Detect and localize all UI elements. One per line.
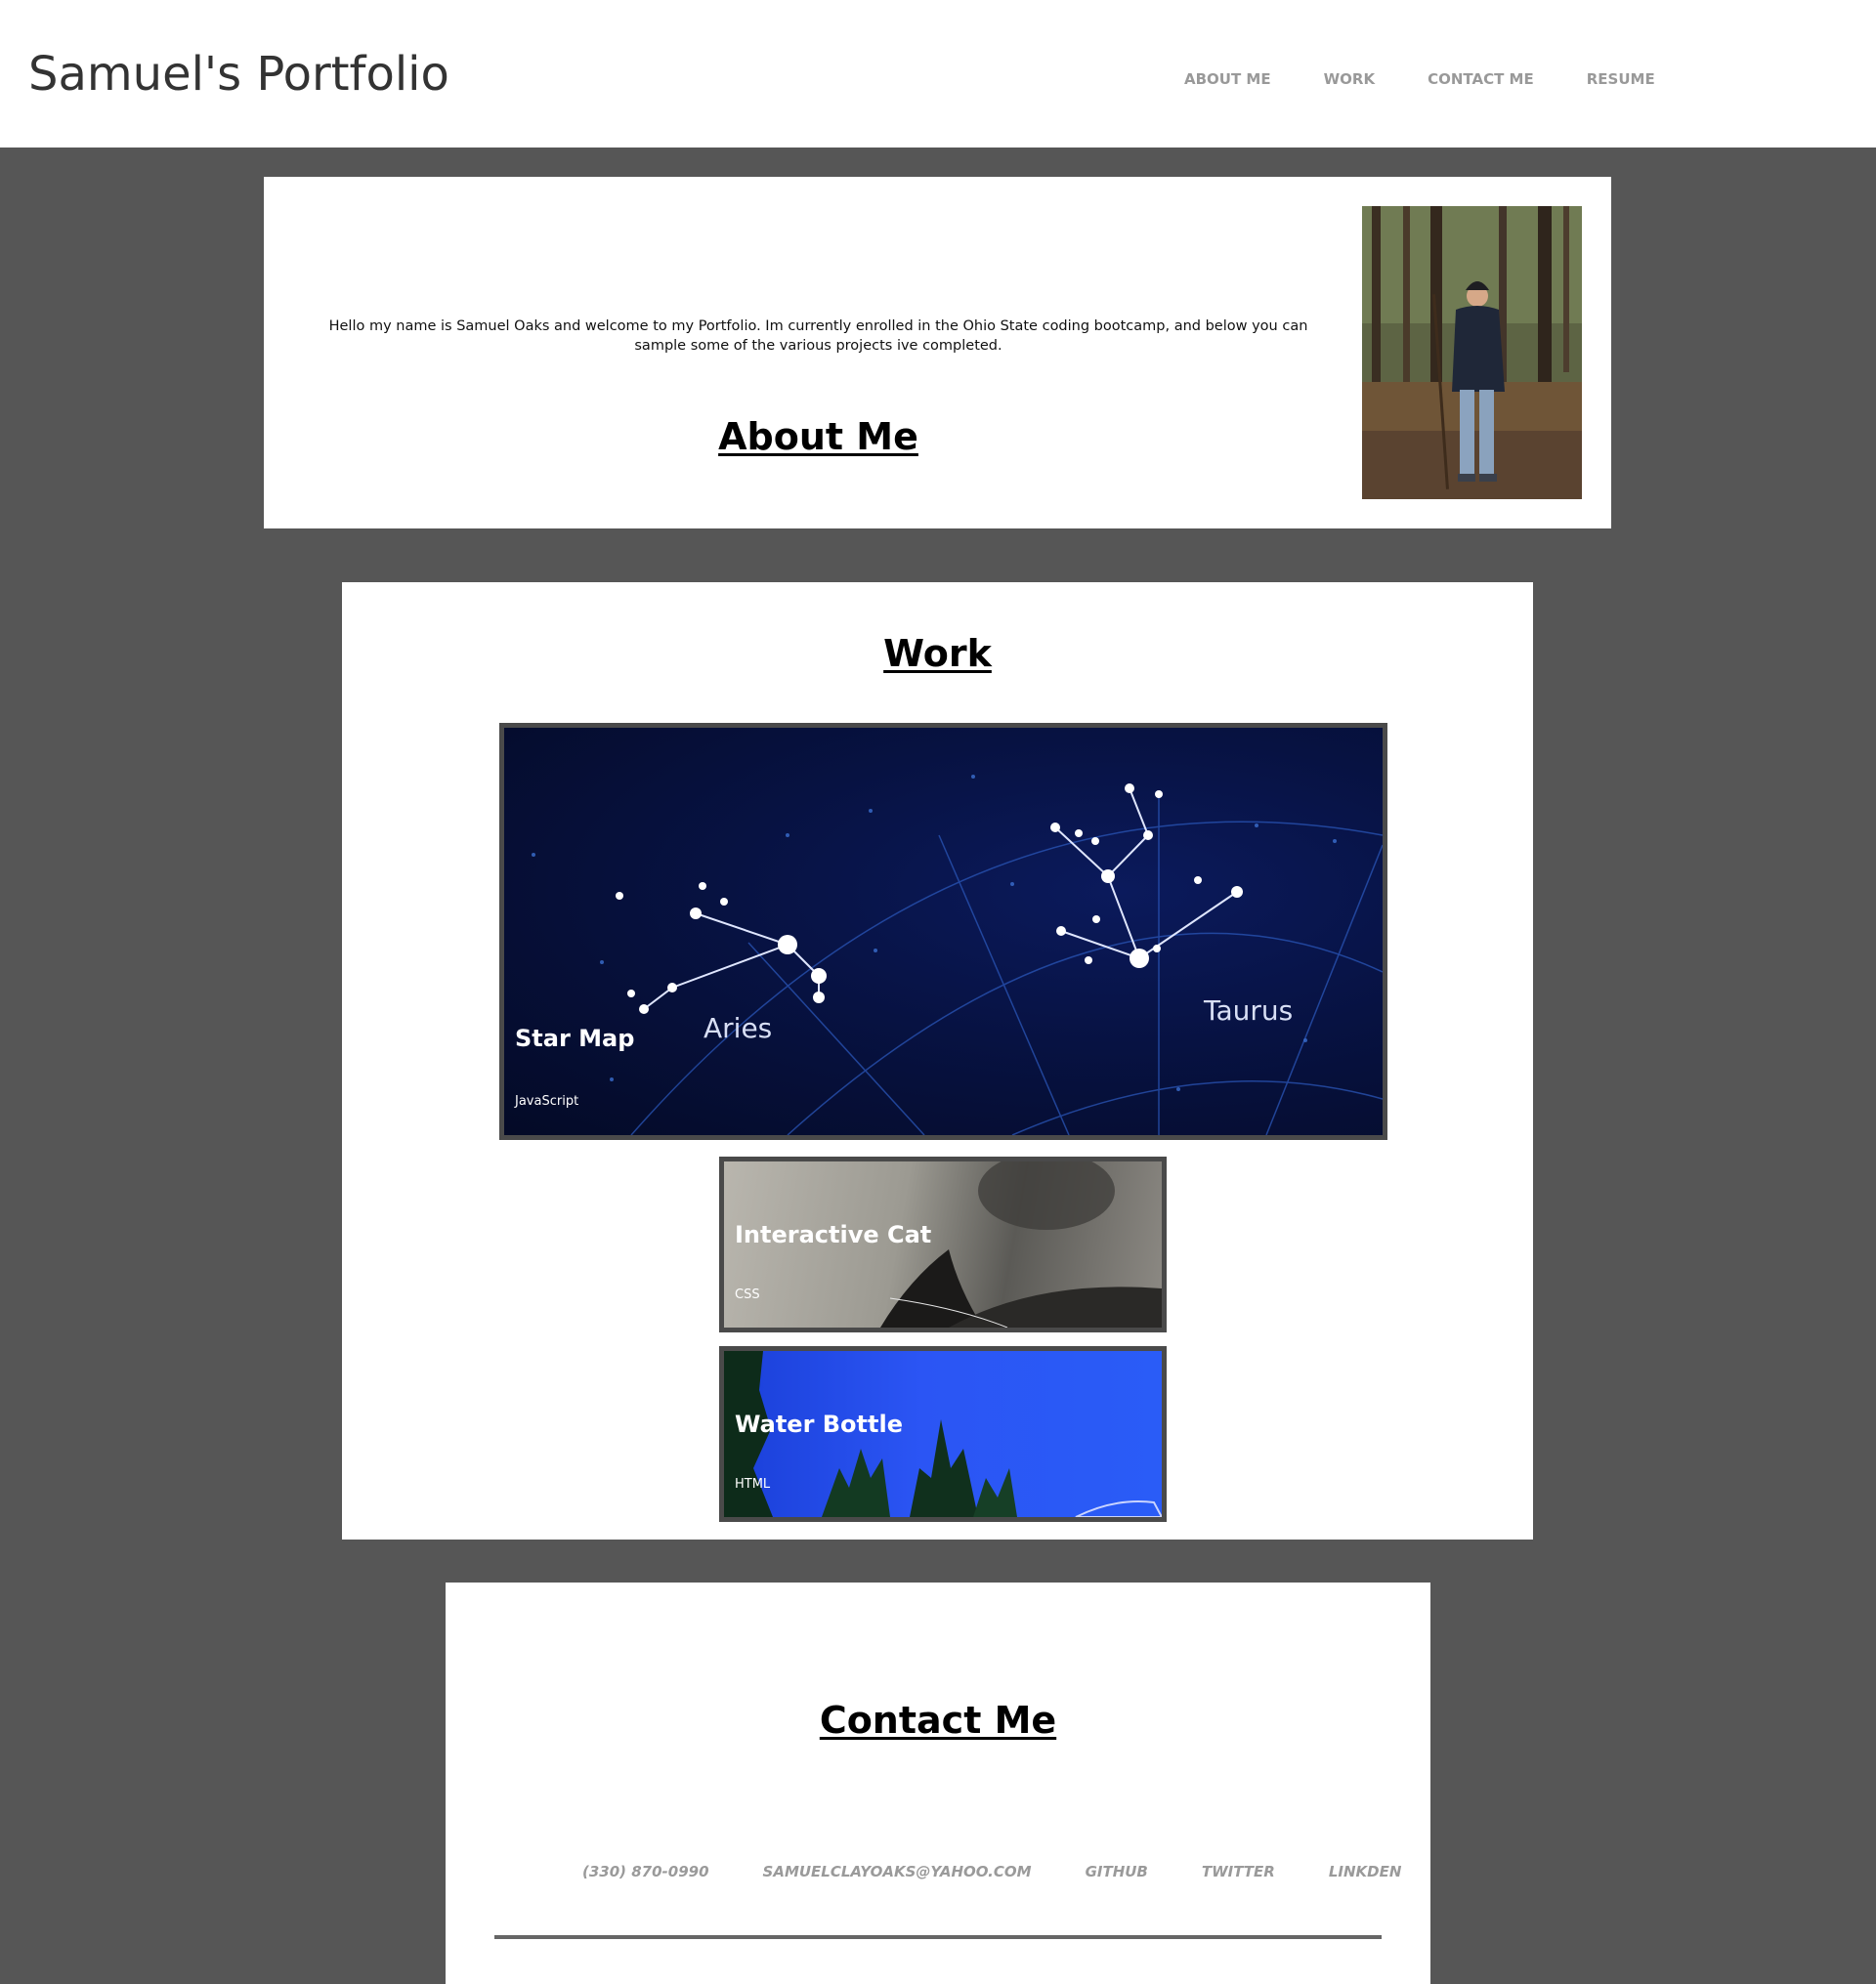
work-heading: Work	[883, 632, 992, 675]
project-tech: HTML	[735, 1477, 771, 1492]
contact-section: Contact Me (330) 870-0990 SAMUELCLAYOAKS…	[446, 1583, 1430, 1984]
about-section: About Me Hello my name is Samuel Oaks an…	[264, 177, 1611, 528]
project-card-water-bottle[interactable]: Water Bottle HTML	[719, 1346, 1167, 1522]
site-header: Samuel's Portfolio ABOUT ME WORK CONTACT…	[0, 0, 1876, 148]
project-title: Water Bottle	[735, 1411, 903, 1438]
nav-work[interactable]: WORK	[1324, 68, 1375, 90]
contact-heading: Contact Me	[819, 1699, 1057, 1742]
site-title: Samuel's Portfolio	[28, 47, 449, 102]
star-map-image: Aries Taurus	[532, 775, 1383, 1135]
project-card-interactive-cat[interactable]: Interactive Cat CSS	[719, 1157, 1167, 1332]
project-tech: CSS	[735, 1287, 760, 1302]
project-card-star-map[interactable]: Aries Taurus Star Map JavaScript	[499, 723, 1387, 1140]
contact-divider	[494, 1935, 1382, 1939]
contact-github-link[interactable]: GITHUB	[1086, 1862, 1148, 1881]
project-tech: JavaScript	[515, 1094, 579, 1109]
work-section: Work Aries Taurus Star Map JavaScript In…	[342, 582, 1533, 1540]
nav-contact-me[interactable]: CONTACT ME	[1428, 68, 1534, 90]
main-nav: ABOUT ME WORK CONTACT ME RESUME	[1184, 68, 1655, 90]
contact-twitter-link[interactable]: TWITTER	[1202, 1862, 1275, 1881]
contact-links: (330) 870-0990 SAMUELCLAYOAKS@YAHOO.COM …	[582, 1862, 1401, 1881]
nav-about-me[interactable]: ABOUT ME	[1184, 68, 1271, 90]
about-heading: About Me	[718, 415, 918, 458]
contact-phone-link[interactable]: (330) 870-0990	[582, 1862, 709, 1881]
contact-email-link[interactable]: SAMUELCLAYOAKS@YAHOO.COM	[763, 1862, 1032, 1881]
aries-label: Aries	[704, 1012, 772, 1044]
profile-photo	[1362, 206, 1582, 499]
about-text: Hello my name is Samuel Oaks and welcome…	[328, 318, 1308, 354]
project-title: Interactive Cat	[735, 1221, 932, 1248]
taurus-label: Taurus	[1203, 994, 1293, 1027]
project-title: Star Map	[515, 1025, 635, 1052]
nav-resume[interactable]: RESUME	[1587, 68, 1655, 90]
contact-linkedin-link[interactable]: LINKDEN	[1329, 1862, 1402, 1881]
